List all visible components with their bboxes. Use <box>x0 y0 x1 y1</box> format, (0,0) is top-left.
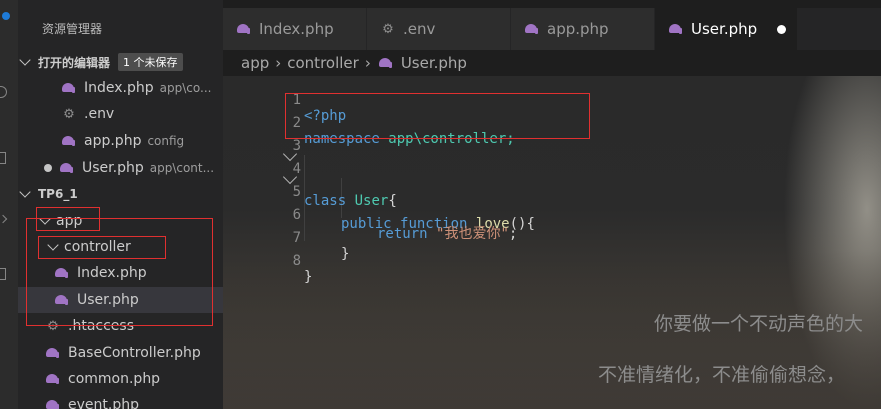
fold-chevron-icon[interactable] <box>282 146 298 162</box>
chevron-down-icon <box>19 54 31 66</box>
chevron-down-icon <box>19 186 31 198</box>
gear-icon: ⚙ <box>382 21 394 37</box>
explorer-title: 资源管理器 <box>42 22 103 36</box>
php-elephant-icon <box>237 24 251 34</box>
extensions-icon[interactable] <box>0 266 14 280</box>
php-elephant-icon <box>62 83 76 93</box>
code-line: 5 public function love(){ <box>223 168 881 232</box>
tab-app-php[interactable]: app.php <box>511 8 655 50</box>
chevron-right-icon: › <box>364 54 371 72</box>
source-control-icon[interactable] <box>0 150 14 164</box>
activity-bar <box>0 0 18 409</box>
unsaved-dot-icon <box>44 164 52 172</box>
php-elephant-icon <box>46 374 60 384</box>
open-editor-name: .env <box>84 106 115 122</box>
open-editor-item[interactable]: app.php config <box>18 128 223 154</box>
code-line: 1 <?php <box>223 76 881 124</box>
unsaved-badge: 1 个未保存 <box>118 53 183 71</box>
project-section[interactable]: TP6_1 <box>18 181 223 207</box>
php-elephant-icon <box>669 24 683 34</box>
breadcrumb-item[interactable]: controller <box>287 54 359 72</box>
tree-folder-controller[interactable]: controller <box>18 234 223 260</box>
gear-icon: ⚙ <box>47 318 59 334</box>
php-elephant-icon <box>46 348 60 358</box>
code-line: 7 } <box>223 214 881 262</box>
code-line: 2 namespace app\controller; <box>223 99 881 147</box>
tab-index-php[interactable]: Index.php <box>223 8 367 50</box>
chevron-right-icon: › <box>275 54 282 72</box>
php-elephant-icon <box>62 136 76 146</box>
gear-icon: ⚙ <box>63 106 75 122</box>
tab-label: User.php <box>691 20 758 38</box>
code-line: 3 <box>223 122 881 154</box>
open-editors-label: 打开的编辑器 <box>38 55 111 70</box>
code-line: 8 } <box>223 237 881 285</box>
open-editor-name: Index.php <box>84 80 154 96</box>
code-line: 6 return "我也爱你"; <box>223 191 881 242</box>
tree-item-name: event.php <box>68 397 139 409</box>
breadcrumb: app › controller › User.php <box>223 50 881 76</box>
chevron-down-icon <box>47 239 59 251</box>
project-label: TP6_1 <box>38 187 78 201</box>
breadcrumb-item[interactable]: app <box>241 54 269 72</box>
line-number: 8 <box>292 253 301 269</box>
open-editor-name: app.php <box>84 133 142 149</box>
tab-user-php[interactable]: User.php <box>655 8 798 50</box>
php-elephant-icon <box>378 58 393 68</box>
tree-item-name: common.php <box>68 371 161 387</box>
tree-item-name: Index.php <box>77 265 147 281</box>
open-editor-item[interactable]: ⚙ .env <box>18 101 223 127</box>
breadcrumb-item[interactable]: User.php <box>401 54 467 72</box>
code-text: } <box>304 269 313 285</box>
fold-chevron-icon[interactable] <box>282 169 298 185</box>
chevron-down-icon <box>39 213 51 225</box>
tab-label: Index.php <box>259 20 334 38</box>
code-line: 4 class User{ <box>223 145 881 209</box>
open-editor-name: User.php <box>82 160 144 176</box>
php-elephant-icon <box>525 24 539 34</box>
background-quote: 你要做一个不动声色的大 <box>654 313 864 335</box>
php-elephant-icon <box>55 295 69 305</box>
tree-file[interactable]: BaseController.php <box>18 340 223 366</box>
editor-tabs: Index.php ⚙ .env app.php User.php <box>223 8 881 50</box>
tree-file[interactable]: ⚙ .htaccess <box>18 313 223 339</box>
tree-item-name: controller <box>64 239 131 255</box>
open-editor-item[interactable]: Index.php app\co... <box>18 75 223 101</box>
tree-folder-app[interactable]: app <box>18 208 223 234</box>
open-editor-hint: app\co... <box>159 81 212 95</box>
explorer-sidebar: 资源管理器 打开的编辑器 1 个未保存 Index.php app\co... … <box>18 0 223 409</box>
tree-file[interactable]: event.php <box>18 392 223 409</box>
tab-label: app.php <box>547 20 609 38</box>
open-editor-hint: config <box>147 134 185 148</box>
search-icon[interactable] <box>0 84 14 98</box>
tree-item-name: User.php <box>77 292 139 308</box>
open-editor-item[interactable]: User.php app\cont... <box>18 155 223 181</box>
tab-label: .env <box>403 20 436 38</box>
explorer-icon[interactable] <box>0 8 14 22</box>
code-editor[interactable]: 1 <?php 2 namespace app\controller; 3 4 … <box>223 76 881 409</box>
tree-file-selected[interactable]: User.php <box>18 287 223 313</box>
php-elephant-icon <box>60 163 74 173</box>
tree-file[interactable]: Index.php <box>18 260 223 286</box>
background-quote: 不准情绪化，不准偷偷想念， <box>598 364 846 386</box>
tree-item-name: app <box>56 213 83 229</box>
open-editors-section[interactable]: 打开的编辑器 1 个未保存 <box>18 49 223 75</box>
unsaved-dot-icon[interactable] <box>777 24 787 34</box>
tree-file[interactable]: common.php <box>18 366 223 392</box>
tab-env[interactable]: ⚙ .env <box>367 8 511 50</box>
php-elephant-icon <box>55 268 69 278</box>
debug-icon[interactable] <box>0 212 14 226</box>
php-elephant-icon <box>46 400 60 409</box>
open-editor-hint: app\cont... <box>149 161 215 175</box>
tree-item-name: .htaccess <box>68 318 134 334</box>
tree-item-name: BaseController.php <box>68 345 201 361</box>
